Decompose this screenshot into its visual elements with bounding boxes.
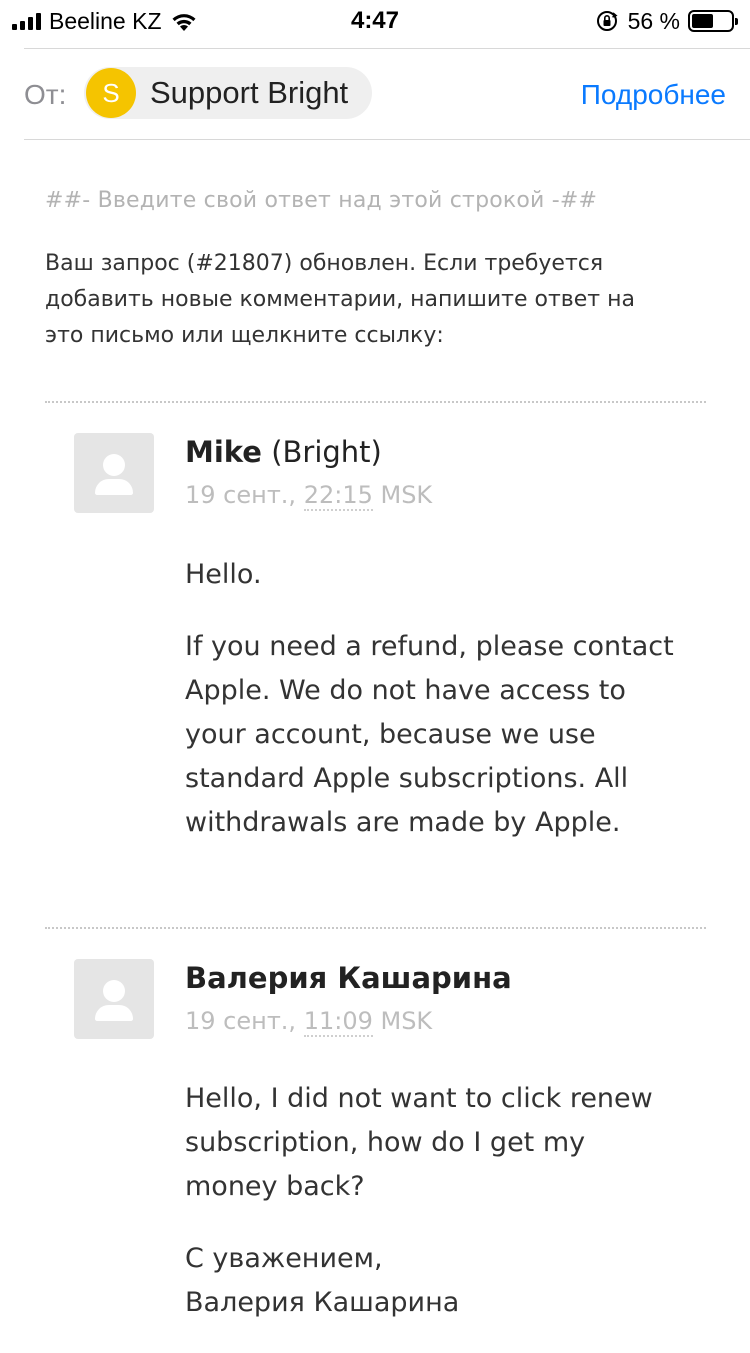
comment-line: Валерия Кашарина (185, 1287, 460, 1318)
intro-text: Ваш запрос (#21807) обновлен. Если требу… (45, 246, 705, 354)
email-header: От: S Support Bright Подробнее (24, 48, 750, 140)
comment-paragraph: С уважением, Валерия Кашарина (185, 1237, 715, 1325)
comment-line: Hello. (185, 559, 262, 590)
comment-line: С уважением, (185, 1243, 383, 1274)
divider (45, 401, 706, 403)
comment-paragraph: If you need a refund, please contact App… (185, 625, 715, 845)
intro-line: Ваш запрос (#21807) обновлен. Если требу… (45, 251, 604, 276)
comment-meta: 19 сент., 11:09 MSK (185, 1007, 433, 1037)
comment-date: 19 сент., (185, 481, 304, 509)
comment-author: Валерия Кашарина (185, 961, 512, 995)
comment-paragraph: Hello. (185, 553, 715, 597)
comment-line: your account, because we use (185, 719, 596, 750)
comment-body: Hello, I did not want to click renew sub… (185, 1077, 715, 1353)
comment-date: 19 сент., (185, 1007, 304, 1035)
comment-timezone: MSK (372, 1007, 433, 1035)
battery-icon (688, 10, 738, 32)
reply-separator-text: ##- Введите свой ответ над этой строкой … (45, 188, 598, 213)
sender-name: Support Bright (150, 75, 349, 110)
comment-author: Mike (Bright) (185, 435, 382, 469)
details-link[interactable]: Подробнее (581, 79, 726, 111)
sender-avatar: S (86, 68, 136, 118)
comment-line: money back? (185, 1171, 365, 1202)
comment-line: subscription, how do I get my (185, 1127, 586, 1158)
intro-line: добавить новые комментарии, напишите отв… (45, 287, 635, 312)
author-name: Валерия Кашарина (185, 961, 512, 995)
comment-meta: 19 сент., 22:15 MSK (185, 481, 433, 511)
comment-line: standard Apple subscriptions. All (185, 763, 629, 794)
from-label: От: (24, 79, 67, 110)
user-avatar-icon (74, 959, 154, 1039)
orientation-lock-icon (596, 11, 618, 31)
intro-line: это письмо или щелкните ссылку: (45, 323, 444, 348)
comment-line: If you need a refund, please contact (185, 631, 674, 662)
comment-line: Hello, I did not want to click renew (185, 1083, 653, 1114)
comment-body: Hello. If you need a refund, please cont… (185, 553, 715, 873)
battery-percent: 56 % (627, 7, 680, 34)
author-org: (Bright) (261, 435, 382, 469)
sender-chip[interactable]: S Support Bright (84, 67, 373, 119)
comment-line: Apple. We do not have access to (185, 675, 626, 706)
comment-time[interactable]: 11:09 (303, 1007, 373, 1037)
author-name: Mike (185, 435, 262, 469)
status-bar: Beeline KZ 4:47 56 % (0, 0, 750, 42)
divider (45, 927, 706, 929)
comment-line: withdrawals are made by Apple. (185, 807, 621, 838)
user-avatar-icon (74, 433, 154, 513)
comment-paragraph: Hello, I did not want to click renew sub… (185, 1077, 715, 1209)
comment-time[interactable]: 22:15 (303, 481, 373, 511)
comment-timezone: MSK (372, 481, 433, 509)
